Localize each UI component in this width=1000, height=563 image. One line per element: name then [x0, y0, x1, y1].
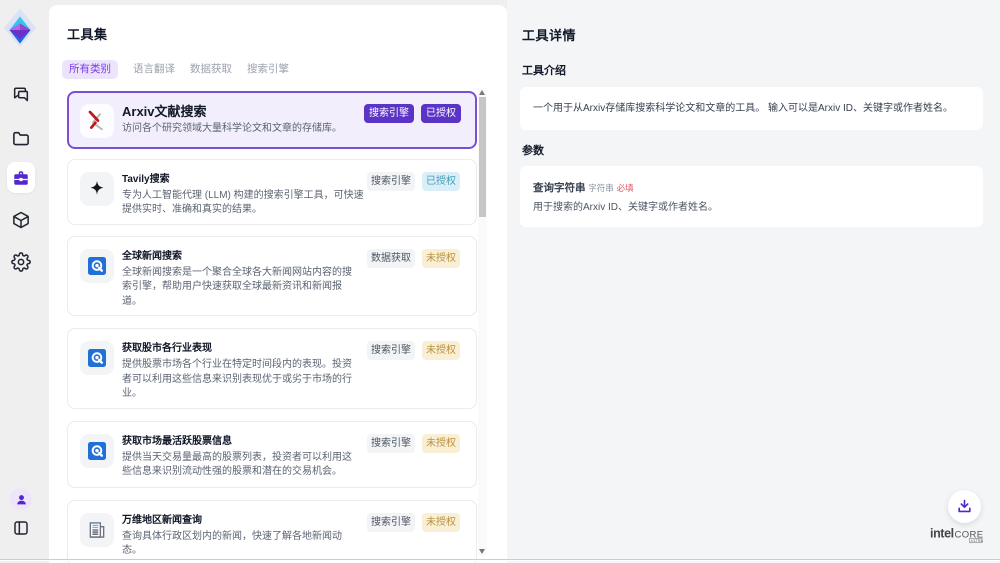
svg-text:intel: intel: [930, 527, 954, 541]
svg-text:ULTRA: ULTRA: [971, 539, 984, 543]
